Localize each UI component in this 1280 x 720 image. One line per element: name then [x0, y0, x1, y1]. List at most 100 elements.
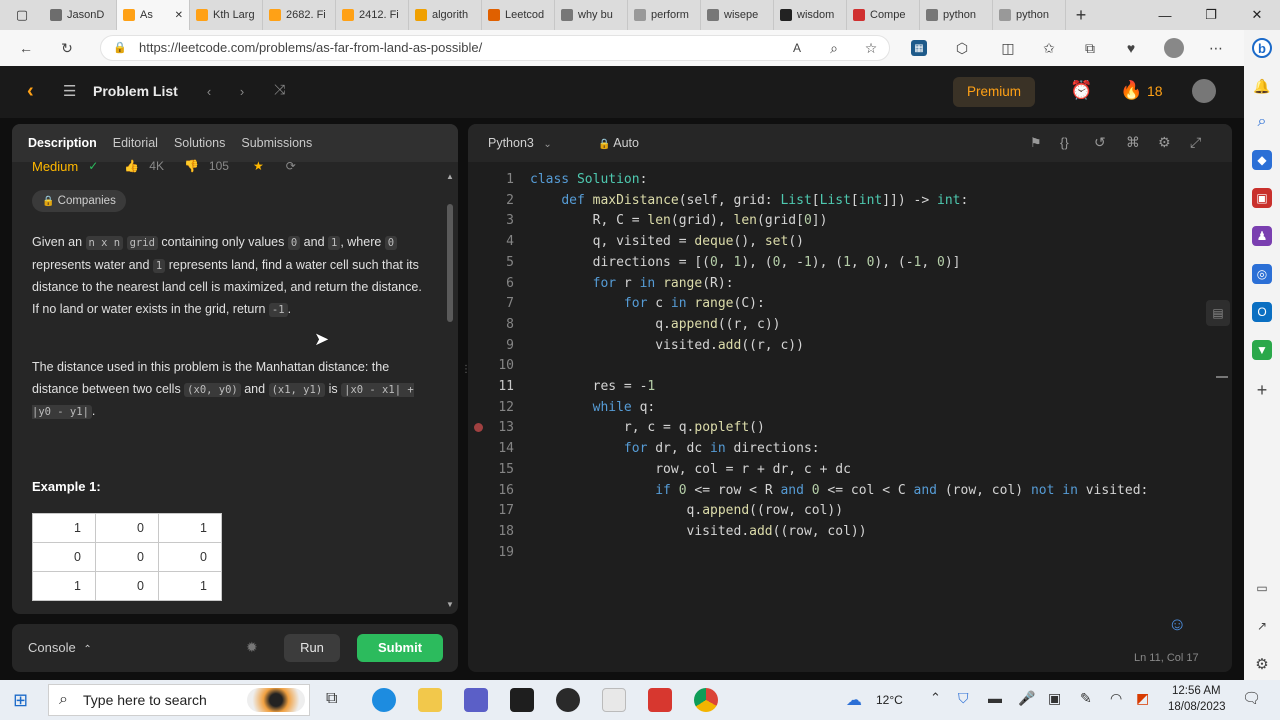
browser-tab[interactable]: 2682. Fi [263, 0, 336, 30]
run-button[interactable]: Run [284, 634, 340, 662]
weather-icon[interactable]: ☁ [846, 690, 862, 710]
code-line[interactable]: 9 visited.add((r, c)) [468, 336, 1232, 357]
browser-tab[interactable]: why bu [555, 0, 628, 30]
wifi-icon[interactable]: ◠ [1110, 690, 1122, 707]
description-scrollbar[interactable]: ▲ ▼ [446, 172, 454, 609]
browser-tab[interactable]: As ✕ [117, 0, 190, 30]
wps-icon[interactable] [648, 688, 672, 712]
tray-app-icon[interactable]: ▬ [988, 690, 1002, 706]
fullscreen-icon[interactable]: ⤢ [1190, 134, 1201, 151]
premium-button[interactable]: Premium [953, 77, 1035, 107]
code-line[interactable]: 14 for dr, dc in directions: [468, 439, 1232, 460]
pen-icon[interactable]: ✎ [1080, 690, 1092, 707]
code-line[interactable]: 4 q, visited = deque(), set() [468, 232, 1232, 253]
code-line[interactable]: 10 [468, 356, 1232, 377]
drop-icon[interactable]: ▼ [1252, 340, 1272, 360]
notes-icon[interactable]: ▤ [1206, 300, 1230, 326]
feedback-icon[interactable]: ☺ [1168, 614, 1186, 635]
debug-icon[interactable]: ✹ [246, 639, 258, 656]
back-icon[interactable]: ← [16, 38, 36, 58]
read-aloud-icon[interactable]: A [787, 38, 807, 58]
games-icon[interactable]: ♟ [1252, 226, 1272, 246]
scroll-thumb[interactable] [447, 204, 453, 322]
scroll-up-icon[interactable]: ▲ [446, 172, 454, 181]
code-line[interactable]: 8 q.append((r, c)) [468, 315, 1232, 336]
maximize-icon[interactable]: ❐ [1188, 0, 1234, 30]
bookmark-icon[interactable]: ⚑ [1030, 135, 1042, 151]
browser-tab[interactable]: Compe [847, 0, 920, 30]
scroll-down-icon[interactable]: ▼ [446, 600, 454, 609]
settings-icon[interactable]: ⚙ [1158, 134, 1171, 151]
browser-tab[interactable]: wisdom [774, 0, 847, 30]
code-line[interactable]: 15 row, col = r + dr, c + dc [468, 460, 1232, 481]
close-tab-icon[interactable]: ✕ [175, 10, 183, 21]
sidebar-layout-icon[interactable]: ▭ [1252, 578, 1272, 598]
clock-time[interactable]: 12:56 AM [1172, 685, 1221, 697]
list-icon[interactable]: ☰ [63, 82, 76, 100]
defender-icon[interactable]: ⛉ [958, 690, 969, 707]
user-avatar[interactable] [1192, 79, 1216, 103]
shuffle-icon[interactable]: ⤨ [274, 81, 285, 98]
breakpoint-dot[interactable] [474, 423, 483, 432]
next-problem-button[interactable]: › [229, 80, 255, 104]
code-area[interactable]: 1 class Solution: 2 def maxDistance(self, … [468, 170, 1232, 590]
bing-icon[interactable]: b [1252, 38, 1272, 58]
external-link-icon[interactable]: ↗ [1252, 616, 1272, 636]
timer-icon[interactable]: ⏰ [1070, 80, 1092, 101]
notification-icon[interactable]: 🗨 [1242, 689, 1261, 707]
companies-button[interactable]: 🔒 Companies [32, 190, 126, 212]
zoom-icon[interactable]: ⌕ [824, 38, 844, 58]
snipping-tool-icon[interactable] [602, 688, 626, 712]
code-line[interactable]: 16 if 0 <= row < R and 0 <= col < C and … [468, 481, 1232, 502]
terminal-icon[interactable] [510, 688, 534, 712]
camera-icon[interactable]: ▣ [1048, 690, 1061, 707]
language-selector[interactable]: Python3 ⌄ [488, 136, 552, 150]
share-icon[interactable]: ⟳ [286, 159, 296, 173]
tab-description[interactable]: Description [28, 136, 97, 150]
code-line[interactable]: 3 R, C = len(grid), len(grid[0]) [468, 211, 1232, 232]
problem-list-link[interactable]: Problem List [93, 83, 178, 99]
file-explorer-icon[interactable] [418, 688, 442, 712]
browser-tab[interactable]: 2412. Fi [336, 0, 409, 30]
chrome-icon[interactable] [694, 688, 718, 712]
favorite-star-icon[interactable]: ★ [253, 159, 264, 173]
favorites-icon[interactable]: ✩ [1039, 38, 1059, 58]
format-braces-icon[interactable]: {} [1060, 135, 1069, 150]
app-dark-icon[interactable] [556, 688, 580, 712]
teams-icon[interactable] [464, 688, 488, 712]
windows-start-icon[interactable]: ⊞ [13, 690, 28, 711]
minimize-icon[interactable]: — [1142, 0, 1188, 30]
code-line[interactable]: 12 while q: [468, 398, 1232, 419]
shortcuts-icon[interactable]: ⌘ [1126, 134, 1140, 151]
browser-tab[interactable]: python [993, 0, 1066, 30]
microphone-icon[interactable]: 🎤 [1018, 690, 1035, 707]
bell-icon[interactable]: 🔔 [1252, 76, 1272, 96]
edge-app-icon[interactable] [372, 688, 396, 712]
browser-tab[interactable]: algorith [409, 0, 482, 30]
code-line[interactable]: 19 [468, 543, 1232, 564]
code-line[interactable]: 13 r, c = q.popleft() [468, 418, 1232, 439]
collections-icon[interactable]: ⧉ [1080, 38, 1100, 58]
profile-avatar[interactable] [1164, 38, 1184, 58]
like-icon[interactable]: 👍 [124, 159, 139, 173]
extension-icon[interactable]: ▦ [911, 40, 927, 56]
puzzle-icon[interactable]: ⬡ [952, 38, 972, 58]
browser-tab[interactable]: python [920, 0, 993, 30]
reset-icon[interactable]: ↺ [1094, 134, 1106, 151]
url-input[interactable]: 🔒 https://leetcode.com/problems/as-far-f… [100, 35, 890, 61]
code-line[interactable]: 1 class Solution: [468, 170, 1232, 191]
tray-chevron-icon[interactable]: ⌃ [930, 690, 941, 706]
panel-resize-handle[interactable]: ⋮ [461, 364, 471, 382]
dislike-icon[interactable]: 👎 [184, 159, 199, 173]
browser-tab[interactable]: perform [628, 0, 701, 30]
settings-icon[interactable]: ⚙ [1252, 654, 1272, 674]
streak-fire-icon[interactable]: 🔥 [1120, 80, 1142, 101]
code-line[interactable]: 7 for c in range(C): [468, 294, 1232, 315]
task-view-icon[interactable]: ⧉ [326, 690, 337, 708]
favorite-star-icon[interactable]: ☆ [861, 38, 881, 58]
shopping-icon[interactable]: ◆ [1252, 150, 1272, 170]
code-line[interactable]: 2 def maxDistance(self, grid: List[List[… [468, 191, 1232, 212]
mode-selector[interactable]: 🔒 Auto [598, 136, 639, 150]
clock-date[interactable]: 18/08/2023 [1168, 701, 1226, 713]
browser-essentials-icon[interactable]: ♥ [1121, 38, 1141, 58]
